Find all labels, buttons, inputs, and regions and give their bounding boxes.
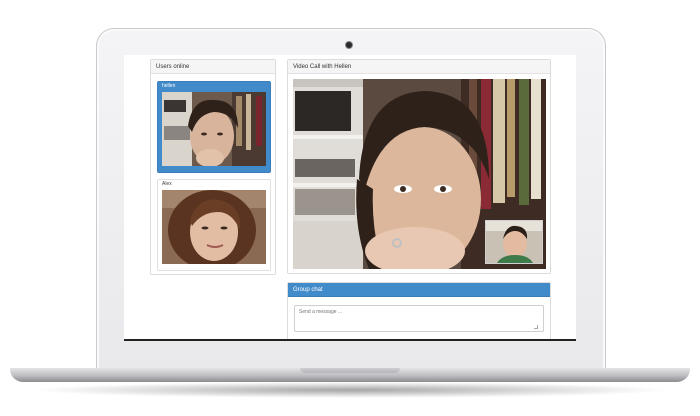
group-chat-panel: Group chat — [287, 282, 551, 339]
group-chat-title: Group chat — [288, 283, 550, 297]
users-online-panel: Users online hellen Alex — [150, 59, 276, 275]
users-online-title: Users online — [151, 60, 275, 74]
main-video-stream[interactable] — [293, 79, 546, 269]
resize-grip-icon[interactable] — [534, 325, 538, 329]
user-card-alex[interactable]: Alex — [157, 179, 271, 271]
user-thumbnail-alex — [162, 190, 266, 264]
video-call-title: Video Call with Hellen — [288, 60, 550, 74]
self-view-video[interactable] — [485, 220, 543, 264]
user-thumbnail-hellen — [162, 92, 266, 166]
user-name: hellen — [162, 83, 176, 89]
laptop-notch — [300, 368, 400, 373]
video-call-panel: Video Call with Hellen — [287, 59, 551, 274]
user-name: Alex — [162, 181, 172, 187]
laptop-shadow — [30, 382, 670, 398]
camera-dot-icon — [346, 42, 352, 48]
user-card-hellen[interactable]: hellen — [157, 81, 271, 173]
app-screen: Users online hellen Alex Video Call with… — [124, 55, 576, 341]
message-input[interactable] — [294, 305, 544, 332]
laptop-mockup: Users online hellen Alex Video Call with… — [0, 0, 700, 416]
